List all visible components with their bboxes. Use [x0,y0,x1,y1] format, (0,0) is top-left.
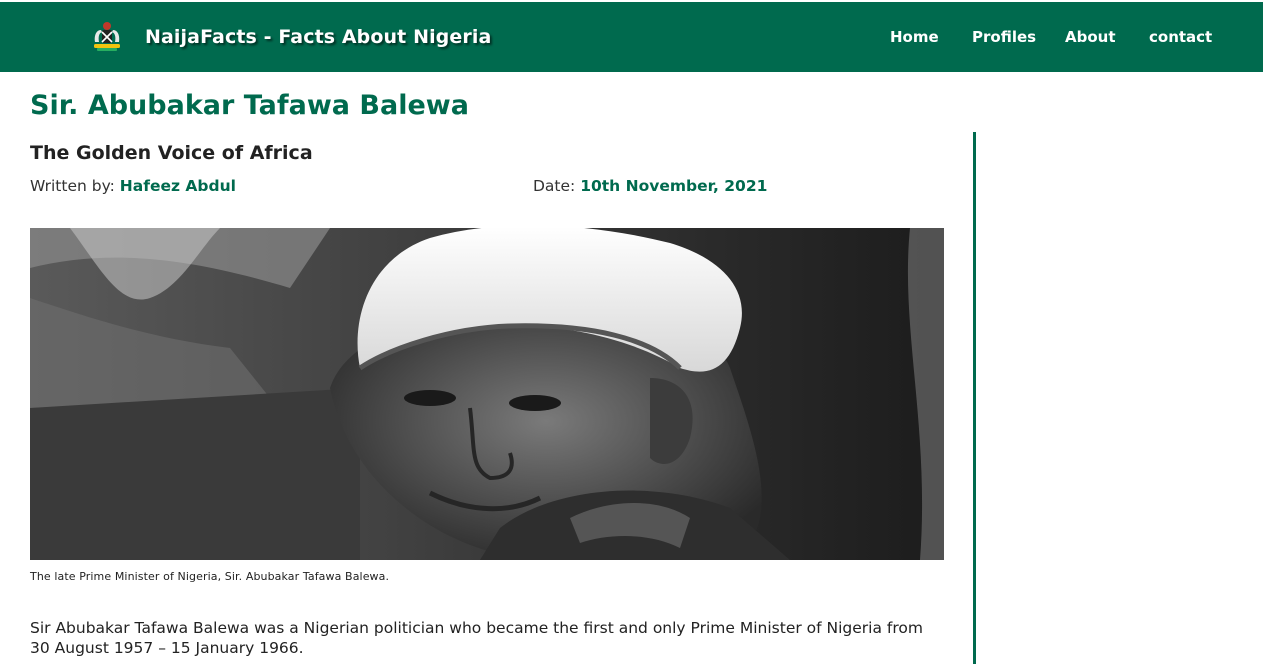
nav-link-home[interactable]: Home [890,25,939,49]
date-label: Date: [533,177,581,195]
nav-link-about[interactable]: About [1065,25,1116,49]
article-title: Sir. Abubakar Tafawa Balewa [30,90,469,121]
author-name: Hafeez Abdul [119,177,236,195]
nav-link-profiles[interactable]: Profiles [972,25,1036,49]
image-caption: The late Prime Minister of Nigeria, Sir.… [30,570,390,583]
article-subtitle: The Golden Voice of Africa [30,142,313,164]
nav-link-contact[interactable]: contact [1149,25,1212,49]
main-nav: Home Profiles About contact [0,25,1263,49]
author-label: Written by: [30,177,120,195]
article-author: Written by: Hafeez Abdul [30,177,236,195]
article-date: Date: 10th November, 2021 [533,177,767,195]
date-value: 10th November, 2021 [580,177,768,195]
portrait-image [30,228,944,560]
article-paragraph: Sir Abubakar Tafawa Balewa was a Nigeria… [30,619,923,657]
sidebar-divider [973,132,976,664]
top-navbar: NaijaFacts - Facts About Nigeria Home Pr… [0,2,1263,72]
article-photo [30,228,944,560]
